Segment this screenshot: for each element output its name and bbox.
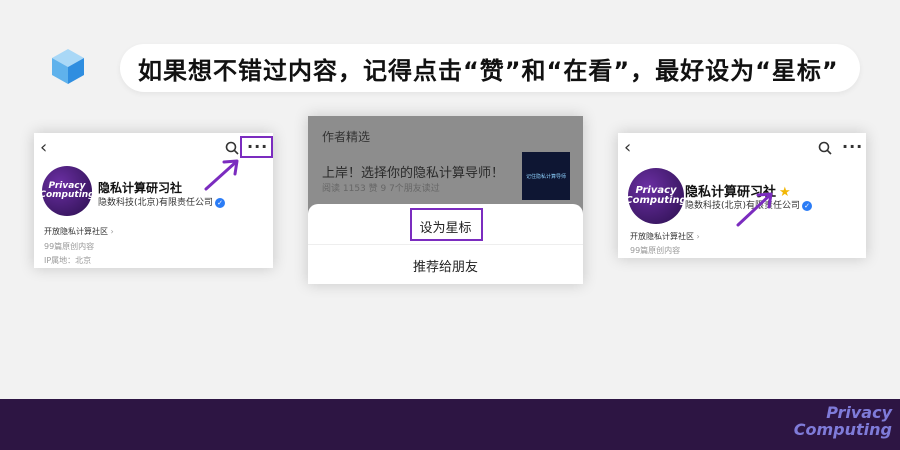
company-text: 隐数科技(北京)有限责任公司	[98, 198, 214, 208]
original-count: 99篇原创内容	[630, 246, 681, 255]
avatar[interactable]: Privacy Computing	[625, 168, 687, 224]
article-title[interactable]: 上岸！选择你的隐私计算导师！	[322, 162, 504, 181]
arrow-pointer-icon	[204, 159, 239, 191]
profile-card-left: ‹ ··· Privacy Computing 隐私计算研习社 隐数科技(北京)…	[34, 133, 273, 268]
section-title: 作者精选	[322, 130, 371, 144]
arrow-pointer-icon	[736, 192, 773, 227]
back-icon[interactable]: ‹	[624, 137, 631, 158]
footer-band	[0, 399, 900, 450]
bottom-sheet: 设为星标 推荐给朋友	[308, 204, 583, 284]
community-link[interactable]: 开放隐私计算社区 ›	[44, 226, 114, 237]
more-highlight	[240, 136, 273, 158]
profile-card-right: ‹ ··· Privacy Computing 隐私计算研习社 ★ 隐数科技(北京…	[618, 133, 866, 258]
article-thumbnail[interactable]: 记住隐私计算导师	[522, 152, 570, 200]
brand-line2: Computing	[793, 420, 892, 439]
search-icon[interactable]	[818, 141, 832, 155]
chevron-right-icon: ›	[110, 227, 114, 236]
recommend-to-friend-button[interactable]: 推荐给朋友	[308, 256, 583, 275]
community-link[interactable]: 开放隐私计算社区 ›	[630, 231, 700, 242]
more-icon[interactable]: ···	[842, 137, 863, 156]
action-sheet-card: 作者精选 上岸！选择你的隐私计算导师！ 阅读 1153 赞 9 7个朋友读过 记…	[308, 116, 583, 284]
community-text: 开放隐私计算社区	[44, 227, 108, 236]
brand-logo: Privacy Computing	[794, 404, 892, 438]
back-icon[interactable]: ‹	[40, 137, 47, 158]
banner-text: 如果想不错过内容，记得点击“赞”和“在看”，最好设为“星标”	[138, 56, 839, 85]
top-bar: ‹ ···	[618, 133, 866, 163]
avatar-line2: Computing	[39, 190, 95, 200]
divider	[308, 244, 583, 245]
company-name: 隐数科技(北京)有限责任公司 ✓	[98, 195, 226, 208]
search-icon[interactable]	[225, 141, 239, 155]
cube-logo-icon	[48, 46, 88, 86]
avatar-line2: Computing	[625, 195, 687, 206]
original-count: 99篇原创内容	[44, 242, 95, 251]
set-star-highlight	[410, 208, 483, 241]
account-name: 隐私计算研习社	[98, 181, 183, 195]
verified-icon: ✓	[802, 200, 813, 211]
article-stats: 阅读 1153 赞 9 7个朋友读过	[322, 184, 440, 194]
chevron-right-icon: ›	[696, 232, 700, 241]
instruction-banner: 如果想不错过内容，记得点击“赞”和“在看”，最好设为“星标”	[120, 44, 860, 92]
community-text: 开放隐私计算社区	[630, 232, 694, 241]
thumbnail-text: 记住隐私计算导师	[525, 173, 566, 180]
verified-icon: ✓	[215, 197, 226, 208]
brand-line1: Privacy	[826, 403, 892, 422]
avatar[interactable]: Privacy Computing	[39, 166, 95, 216]
ip-location: IP属地：北京	[44, 256, 92, 265]
